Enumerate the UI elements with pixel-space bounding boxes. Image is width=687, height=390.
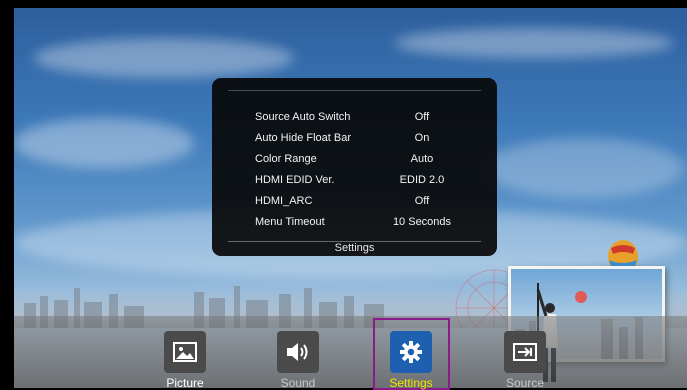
row-value: Auto [410,153,434,165]
row-label: Menu Timeout [255,216,325,228]
row-value: EDID 2.0 [399,174,445,186]
row-value: On [414,132,430,144]
panel-top-divider [228,90,481,91]
speaker-icon [277,331,319,373]
input-source-icon [504,331,546,373]
menu-item-settings[interactable]: Settings [376,331,446,390]
row-value: Off [414,195,430,207]
menu-row-hdmi-arc[interactable]: HDMI_ARC Off [212,191,497,211]
menu-item-sound[interactable]: Sound [263,331,333,390]
cloud [484,138,684,198]
menu-row-auto-hide-float-bar[interactable]: Auto Hide Float Bar On [212,128,497,148]
menu-row-source-auto-switch[interactable]: Source Auto Switch Off [212,107,497,127]
settings-panel: Source Auto Switch Off Auto Hide Float B… [212,78,497,256]
row-value: Off [414,111,430,123]
menu-row-color-range[interactable]: Color Range Auto [212,149,497,169]
row-label: Auto Hide Float Bar [255,132,351,144]
row-label: HDMI EDID Ver. [255,174,335,186]
panel-title: Settings [334,242,375,254]
menu-row-menu-timeout[interactable]: Menu Timeout 10 Seconds [212,212,497,232]
menu-item-picture[interactable]: Picture [150,331,220,390]
row-label: Source Auto Switch [255,111,351,123]
picture-icon [164,331,206,373]
row-label: HDMI_ARC [255,195,313,207]
bottom-menu-bar [14,316,687,388]
row-value: 10 Seconds [392,216,452,228]
gear-icon [390,331,432,373]
row-label: Color Range [255,153,317,165]
cloud [14,118,194,168]
cloud [34,38,294,78]
cloud [394,28,674,58]
menu-row-hdmi-edid-ver[interactable]: HDMI EDID Ver. EDID 2.0 [212,170,497,190]
menu-item-source[interactable]: Source [490,331,560,390]
